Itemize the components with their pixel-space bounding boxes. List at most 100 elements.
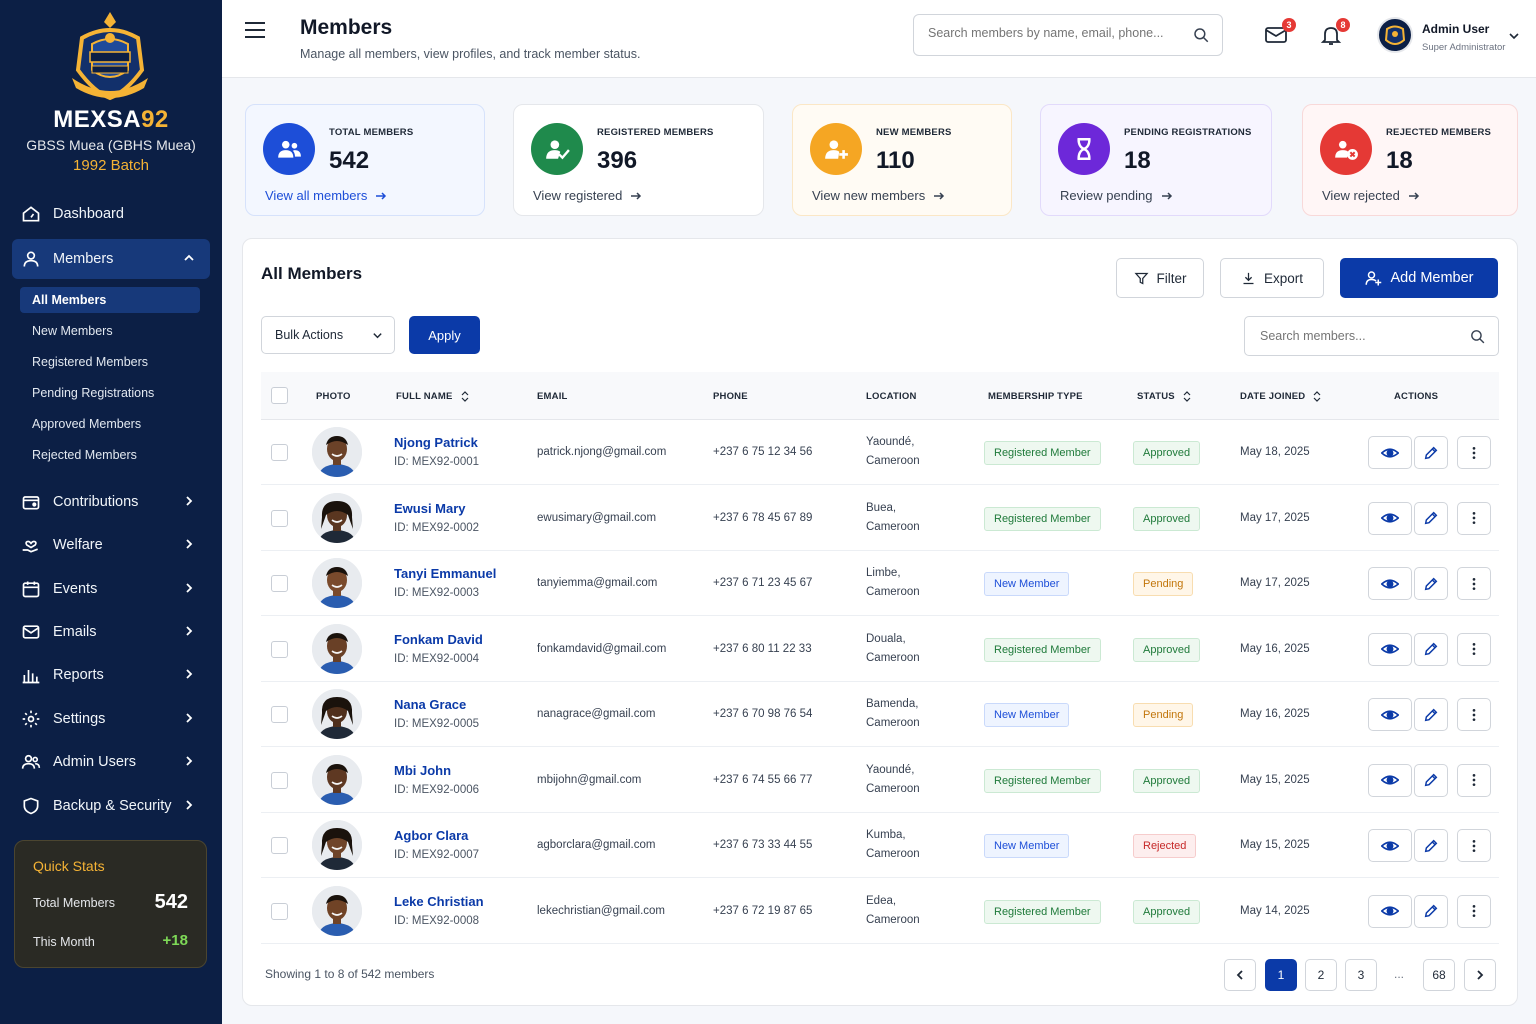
admin-avatar[interactable] — [1377, 17, 1413, 53]
member-country: Cameroon — [866, 651, 920, 664]
admin-name[interactable]: Admin User — [1422, 22, 1489, 36]
member-phone: +237 6 74 55 66 77 — [713, 773, 813, 786]
view-button[interactable] — [1368, 501, 1412, 535]
edit-button[interactable] — [1414, 501, 1448, 535]
sort-icon[interactable] — [1313, 391, 1321, 402]
sort-icon[interactable] — [1183, 391, 1191, 402]
edit-button[interactable] — [1414, 567, 1448, 600]
table-search[interactable] — [1244, 316, 1499, 356]
row-checkbox[interactable] — [271, 575, 288, 592]
global-search-input[interactable] — [928, 26, 1178, 40]
stat-link-new-members[interactable]: View new members — [812, 188, 945, 203]
more-options-button[interactable] — [1457, 632, 1491, 666]
select-all-checkbox[interactable] — [271, 387, 288, 404]
member-name-link[interactable]: Nana Grace — [394, 697, 466, 712]
chevron-right-icon — [186, 756, 193, 766]
member-name-link[interactable]: Ewusi Mary — [394, 501, 466, 516]
edit-button[interactable] — [1414, 632, 1448, 666]
chevron-down-icon[interactable] — [1508, 30, 1520, 42]
pagination-ellipsis: ... — [1394, 967, 1405, 981]
member-phone: +237 6 73 33 44 55 — [713, 839, 813, 851]
member-name-link[interactable]: Mbi John — [394, 763, 451, 778]
edit-button[interactable] — [1414, 436, 1448, 469]
row-checkbox[interactable] — [271, 509, 288, 527]
row-checkbox[interactable] — [271, 640, 288, 658]
more-options-button[interactable] — [1457, 567, 1491, 600]
nav-members[interactable]: Members — [12, 239, 210, 279]
arrow-right-icon — [1161, 191, 1172, 200]
sub-all-members[interactable]: All Members — [20, 287, 200, 313]
search-icon[interactable] — [1192, 26, 1210, 44]
view-button[interactable] — [1368, 567, 1412, 600]
nav-admin-users[interactable]: Admin Users — [12, 742, 210, 782]
nav-welfare[interactable]: Welfare — [12, 525, 210, 565]
more-options-button[interactable] — [1457, 829, 1491, 862]
pagination-prev[interactable] — [1224, 959, 1256, 991]
col-full-name[interactable]: FULL NAME — [396, 391, 469, 402]
nav-settings[interactable]: Settings — [12, 699, 210, 739]
view-button[interactable] — [1368, 632, 1412, 666]
pagination-next[interactable] — [1464, 959, 1496, 991]
more-vertical-icon — [1472, 577, 1476, 590]
pagination-page-2[interactable]: 2 — [1305, 959, 1337, 991]
sub-rejected-members[interactable]: Rejected Members — [20, 442, 200, 468]
add-member-button[interactable]: Add Member — [1340, 258, 1498, 298]
member-name-link[interactable]: Tanyi Emmanuel — [394, 566, 496, 581]
stat-link-registered-members[interactable]: View registered — [533, 188, 642, 203]
export-button[interactable]: Export — [1220, 258, 1324, 298]
stat-link-pending-registrations[interactable]: Review pending — [1060, 188, 1173, 203]
row-checkbox[interactable] — [271, 837, 288, 854]
nav-reports[interactable]: Reports — [12, 655, 210, 695]
membership-type-badge: New Member — [984, 834, 1070, 858]
row-checkbox[interactable] — [271, 771, 288, 789]
search-icon[interactable] — [1469, 328, 1486, 345]
bulk-actions-select[interactable]: Bulk Actions — [261, 316, 395, 354]
more-options-button[interactable] — [1457, 894, 1491, 928]
apply-button[interactable]: Apply — [409, 316, 480, 354]
more-options-button[interactable] — [1457, 763, 1491, 797]
stat-link-total-members[interactable]: View all members — [265, 188, 387, 203]
pagination-page-3[interactable]: 3 — [1345, 959, 1377, 991]
sub-approved-members[interactable]: Approved Members — [20, 411, 200, 437]
nav-events[interactable]: Events — [12, 569, 210, 609]
nav-contributions[interactable]: Contributions — [12, 482, 210, 522]
member-name-link[interactable]: Njong Patrick — [394, 435, 478, 450]
view-button[interactable] — [1368, 698, 1412, 731]
view-button[interactable] — [1368, 829, 1412, 862]
more-options-button[interactable] — [1457, 698, 1491, 731]
table-search-input[interactable] — [1260, 329, 1460, 343]
more-options-button[interactable] — [1457, 436, 1491, 469]
edit-button[interactable] — [1414, 763, 1448, 797]
sub-new-members[interactable]: New Members — [20, 318, 200, 344]
row-checkbox[interactable] — [271, 706, 288, 723]
more-options-button[interactable] — [1457, 501, 1491, 535]
member-city: Bamenda, — [866, 698, 919, 710]
row-checkbox[interactable] — [271, 444, 288, 461]
member-email: agborclara@gmail.com — [537, 839, 656, 851]
stat-link-rejected-members[interactable]: View rejected — [1322, 188, 1420, 203]
pagination-page-last[interactable]: 68 — [1423, 959, 1455, 991]
member-name-link[interactable]: Agbor Clara — [394, 828, 468, 843]
sort-icon[interactable] — [461, 391, 469, 402]
filter-button[interactable]: Filter — [1116, 258, 1204, 298]
col-status[interactable]: STATUS — [1137, 391, 1191, 402]
global-search[interactable] — [913, 14, 1223, 56]
view-button[interactable] — [1368, 894, 1412, 928]
row-checkbox[interactable] — [271, 902, 288, 920]
nav-emails[interactable]: Emails — [12, 612, 210, 652]
hamburger-menu-icon[interactable] — [244, 20, 266, 40]
edit-button[interactable] — [1414, 894, 1448, 928]
pagination-page-1[interactable]: 1 — [1265, 959, 1297, 991]
edit-button[interactable] — [1414, 698, 1448, 731]
stat-icon-registered-members — [531, 123, 583, 175]
nav-backup-security[interactable]: Backup & Security — [12, 786, 210, 826]
sub-registered-members[interactable]: Registered Members — [20, 349, 200, 375]
member-name-link[interactable]: Fonkam David — [394, 632, 483, 647]
nav-dashboard[interactable]: Dashboard — [12, 194, 210, 234]
member-name-link[interactable]: Leke Christian — [394, 894, 484, 909]
sub-pending-registrations[interactable]: Pending Registrations — [20, 380, 200, 406]
view-button[interactable] — [1368, 763, 1412, 797]
edit-button[interactable] — [1414, 829, 1448, 862]
view-button[interactable] — [1368, 436, 1412, 469]
col-date-joined[interactable]: DATE JOINED — [1240, 391, 1321, 402]
